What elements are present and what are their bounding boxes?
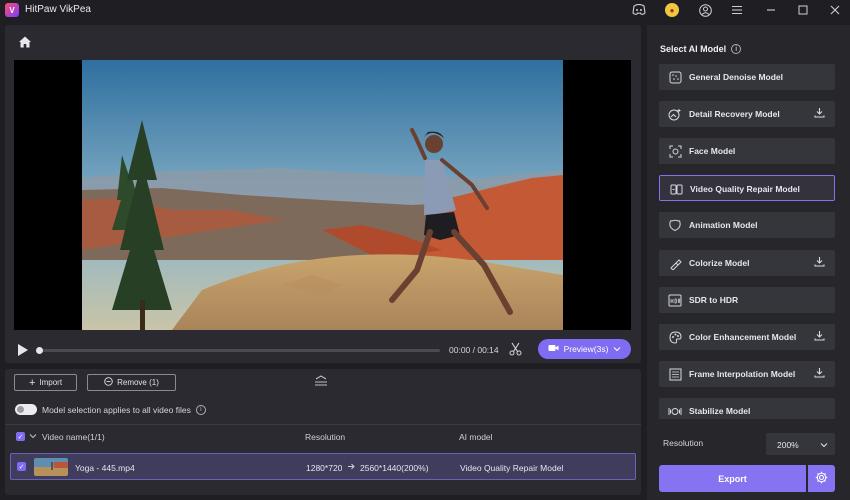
play-icon[interactable] xyxy=(17,343,29,359)
scissors-icon[interactable] xyxy=(509,342,522,358)
coin-icon[interactable]: ● xyxy=(665,3,679,17)
model-item-frame-interpolation[interactable]: Frame Interpolation Model xyxy=(659,361,835,387)
info-icon[interactable]: i xyxy=(195,404,206,415)
table-header: ✓ Video name(1/1) Resolution AI model xyxy=(5,424,641,446)
home-icon[interactable] xyxy=(18,35,34,51)
row-ai-model: Video Quality Repair Model xyxy=(460,463,564,473)
gear-icon xyxy=(815,471,828,486)
settings-button[interactable] xyxy=(808,465,835,492)
model-label: General Denoise Model xyxy=(689,72,783,82)
model-label: Animation Model xyxy=(689,220,758,230)
minimize-icon[interactable] xyxy=(764,3,778,17)
collapse-icon[interactable] xyxy=(313,375,329,389)
preview-button-label: Preview(3s) xyxy=(563,344,609,354)
chevron-down-icon xyxy=(820,440,828,450)
menu-icon[interactable] xyxy=(730,3,744,17)
maximize-icon[interactable] xyxy=(796,3,810,17)
stabilize-icon xyxy=(667,403,683,419)
model-label: SDR to HDR xyxy=(689,295,739,305)
video-camera-icon xyxy=(548,344,559,354)
row-checkbox[interactable]: ✓ xyxy=(17,462,26,471)
remove-button-label: Remove (1) xyxy=(117,378,159,387)
app-logo: V xyxy=(5,3,19,17)
preview-panel: 00:00 / 00:14 Preview(3s) xyxy=(5,25,641,363)
model-item-animation[interactable]: Animation Model xyxy=(659,212,835,238)
column-header-resolution: Resolution xyxy=(305,432,346,442)
chevron-down-icon xyxy=(613,344,621,354)
plus-icon: + xyxy=(28,376,36,389)
colorize-icon xyxy=(667,255,683,271)
model-label: Colorize Model xyxy=(689,258,750,268)
apply-all-toggle[interactable] xyxy=(15,404,37,415)
download-icon[interactable] xyxy=(814,107,825,120)
palette-icon xyxy=(667,329,683,345)
download-icon[interactable] xyxy=(814,367,825,380)
model-item-colorize[interactable]: Colorize Model xyxy=(659,250,835,276)
file-list-panel: + Import Remove (1) Model selection appl… xyxy=(5,369,641,495)
model-panel-title: Select AI Model i xyxy=(660,44,742,54)
resolution-value: 200% xyxy=(777,440,799,450)
video-player[interactable] xyxy=(14,60,631,330)
face-icon xyxy=(667,143,683,159)
table-row[interactable]: ✓ Yoga - 445.mp4 1280*720 2560*1440(200%… xyxy=(10,453,636,480)
app-title: HitPaw VikPea xyxy=(25,4,91,15)
export-button[interactable]: Export xyxy=(659,465,806,492)
resolution-select[interactable]: 200% xyxy=(766,433,835,455)
model-label: Color Enhancement Model xyxy=(689,332,797,342)
select-all-checkbox[interactable]: ✓ xyxy=(16,432,25,441)
info-icon[interactable]: i xyxy=(731,44,742,54)
model-item-face[interactable]: Face Model xyxy=(659,138,835,164)
model-label: Frame Interpolation Model xyxy=(689,369,796,379)
download-icon[interactable] xyxy=(814,256,825,269)
hdr-icon xyxy=(667,292,683,308)
seek-bar[interactable] xyxy=(36,347,440,354)
download-icon[interactable] xyxy=(814,330,825,343)
frame-icon xyxy=(667,366,683,382)
arrow-right-icon xyxy=(347,462,356,473)
minus-circle-icon xyxy=(104,377,113,388)
model-item-stabilize[interactable]: Stabilize Model xyxy=(659,398,835,419)
row-file-name: Yoga - 445.mp4 xyxy=(75,463,135,473)
model-panel: Select AI Model i General Denoise Model … xyxy=(647,25,850,500)
denoise-icon xyxy=(667,69,683,85)
column-header-name: Video name(1/1) xyxy=(42,432,105,442)
remove-button[interactable]: Remove (1) xyxy=(87,374,176,391)
model-label: Stabilize Model xyxy=(689,406,751,416)
repair-icon xyxy=(668,181,684,197)
apply-all-label: Model selection applies to all video fil… xyxy=(42,404,191,415)
model-list[interactable]: General Denoise Model Detail Recovery Mo… xyxy=(659,64,835,419)
animation-icon xyxy=(667,217,683,233)
resolution-label: Resolution xyxy=(663,438,704,448)
import-button-label: Import xyxy=(39,378,63,387)
model-item-video-quality-repair[interactable]: Video Quality Repair Model xyxy=(659,175,835,201)
apply-all-toggle-row: Model selection applies to all video fil… xyxy=(15,404,206,415)
model-item-sdr-to-hdr[interactable]: SDR to HDR xyxy=(659,287,835,313)
model-item-general-denoise[interactable]: General Denoise Model xyxy=(659,64,835,90)
playback-controls: 00:00 / 00:14 Preview(3s) xyxy=(5,337,641,363)
model-item-detail-recovery[interactable]: Detail Recovery Model xyxy=(659,101,835,127)
user-icon[interactable] xyxy=(698,3,712,17)
model-label: Video Quality Repair Model xyxy=(690,184,800,194)
close-icon[interactable] xyxy=(828,3,842,17)
import-button[interactable]: + Import xyxy=(14,374,77,391)
select-ai-model-heading: Select AI Model xyxy=(660,44,727,54)
title-bar: V HitPaw VikPea ● xyxy=(0,0,850,20)
model-label: Detail Recovery Model xyxy=(689,109,780,119)
column-header-model: AI model xyxy=(459,432,493,442)
detail-icon xyxy=(667,106,683,122)
chevron-down-icon[interactable] xyxy=(29,431,37,441)
model-label: Face Model xyxy=(689,146,736,156)
seek-handle[interactable] xyxy=(36,347,43,354)
discord-icon[interactable] xyxy=(632,3,646,17)
preview-button[interactable]: Preview(3s) xyxy=(538,339,631,359)
row-resolution-from: 1280*720 xyxy=(306,463,343,473)
model-item-color-enhancement[interactable]: Color Enhancement Model xyxy=(659,324,835,350)
video-thumbnail xyxy=(34,458,68,476)
row-resolution-to: 2560*1440(200%) xyxy=(360,463,429,473)
time-display: 00:00 / 00:14 xyxy=(449,345,499,355)
video-frame xyxy=(82,60,563,330)
